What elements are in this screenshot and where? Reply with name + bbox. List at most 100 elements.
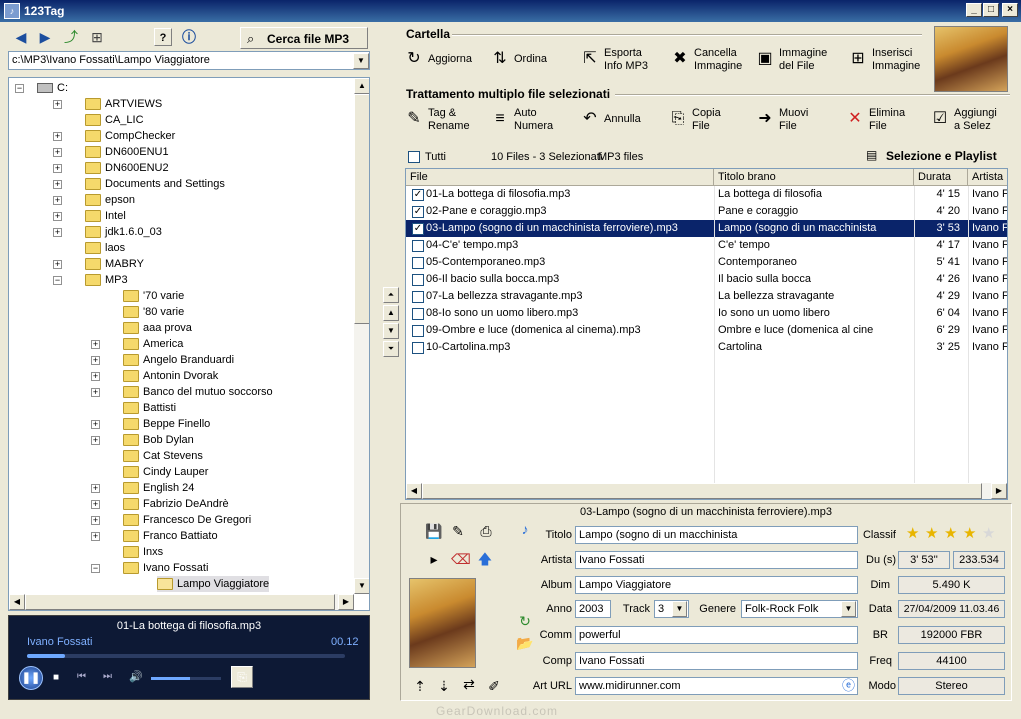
album-field[interactable]: Lampo Viaggiatore: [575, 576, 858, 594]
stop-icon[interactable]: ■: [53, 672, 59, 683]
multi-button-2[interactable]: ↶ Annulla: [580, 105, 660, 135]
folder-up-icon[interactable]: ⤴: [62, 28, 80, 46]
scroll-right-icon[interactable]: ▶: [338, 594, 354, 610]
info-icon[interactable]: ⓘ: [180, 28, 198, 46]
chevron-down-icon[interactable]: ▼: [672, 601, 687, 617]
table-row[interactable]: 07-La bellezza stravagante.mp3 La bellezz…: [406, 288, 1007, 305]
upload-arrow-icon[interactable]: 🡅: [476, 550, 494, 568]
select-all-checkbox[interactable]: [408, 151, 420, 163]
chevron-down-icon[interactable]: ▼: [841, 601, 856, 617]
column-header-file[interactable]: File: [406, 169, 714, 186]
multi-button-0[interactable]: ✎ Tag & Rename: [404, 105, 484, 135]
table-row[interactable]: 05-Contemporaneo.mp3 Contemporaneo 5' 41 Iv…: [406, 254, 1007, 271]
network-icon[interactable]: ⊞: [88, 28, 106, 46]
scroll-left-icon[interactable]: ◀: [9, 594, 25, 610]
folder-tree[interactable]: ▲ ▼ ◀ ▶ C: − + ARTVIEWS CA_LIC + CompChecker + D…: [8, 77, 370, 611]
file-grid[interactable]: File Titolo brano Durata Artista ✓ 01-La …: [405, 168, 1008, 500]
year-field[interactable]: 2003: [575, 600, 611, 618]
table-row[interactable]: ✓ 01-La bottega di filosofia.mp3 La botteg…: [406, 186, 1007, 203]
tree-node[interactable]: Antonin Dvorak: [123, 368, 218, 384]
tree-root[interactable]: C:: [37, 80, 68, 96]
forward-arrow-icon[interactable]: ▶: [36, 28, 54, 46]
tree-node[interactable]: DN600ENU1: [85, 144, 169, 160]
collapse-toggle[interactable]: −: [91, 564, 100, 573]
tree-node[interactable]: MABRY: [85, 256, 144, 272]
hscroll-thumb[interactable]: [25, 594, 335, 610]
genre-select[interactable]: Folk-Rock Folk ▼: [741, 600, 858, 618]
tree-node[interactable]: Ivano Fossati: [123, 560, 208, 576]
scroll-down-icon[interactable]: ▼: [354, 578, 369, 594]
path-combobox[interactable]: c:\MP3\Ivano Fossati\Lampo Viaggiatore ▼: [8, 51, 370, 70]
comment-field[interactable]: powerful: [575, 626, 858, 644]
playlist-button[interactable]: ▤ Selezione e Playlist: [862, 146, 1007, 166]
grid-hscroll-thumb[interactable]: [422, 483, 982, 499]
tree-node[interactable]: America: [123, 336, 183, 352]
tree-node[interactable]: Cat Stevens: [123, 448, 203, 464]
tree-node[interactable]: Beppe Finello: [123, 416, 210, 432]
next-icon[interactable]: ⏭: [103, 671, 112, 682]
scroll-right-icon[interactable]: ▶: [991, 483, 1007, 499]
chevron-down-icon[interactable]: ▼: [353, 53, 369, 69]
expand-toggle[interactable]: +: [91, 500, 100, 509]
pause-button[interactable]: ❚❚: [19, 666, 43, 690]
expand-toggle[interactable]: +: [53, 180, 62, 189]
tree-node[interactable]: CompChecker: [85, 128, 175, 144]
tree-node[interactable]: aaa prova: [123, 320, 192, 336]
multi-button-4[interactable]: ➜ Muovi File: [755, 105, 835, 135]
cartella-button-0[interactable]: ↻ Aggiorna: [404, 45, 480, 75]
expand-toggle[interactable]: +: [53, 164, 62, 173]
table-row[interactable]: 10-Cartolina.mp3 Cartolina 3' 25 Ivano F: [406, 339, 1007, 356]
move-up-icon[interactable]: ▲: [383, 305, 399, 321]
scroll-thumb[interactable]: [354, 94, 369, 324]
art-url-field[interactable]: www.midirunner.com ⓔ: [575, 677, 858, 695]
expand-toggle[interactable]: +: [91, 388, 100, 397]
tree-node[interactable]: Francesco De Gregori: [123, 512, 251, 528]
cartella-button-1[interactable]: ⇅ Ordina: [490, 45, 566, 75]
tree-node[interactable]: jdk1.6.0_03: [85, 224, 162, 240]
track-select[interactable]: 3 ▼: [654, 600, 689, 618]
title-field[interactable]: Lampo (sogno di un macchinista: [575, 526, 858, 544]
rating-star-icon[interactable]: ★: [944, 524, 957, 542]
multi-button-5[interactable]: ✕ Elimina File: [845, 105, 925, 135]
rating-star-icon[interactable]: ★: [925, 524, 938, 542]
save-icon[interactable]: 💾: [425, 522, 443, 540]
expand-toggle[interactable]: +: [53, 196, 62, 205]
tree-node[interactable]: English 24: [123, 480, 194, 496]
tree-node-selected[interactable]: Lampo Viaggiatore: [157, 576, 270, 592]
scroll-up-icon[interactable]: ▲: [354, 78, 369, 94]
close-button[interactable]: ×: [1002, 3, 1018, 17]
multi-button-3[interactable]: ⎘ Copia File: [668, 105, 748, 135]
help-icon[interactable]: ?: [154, 28, 172, 46]
expand-toggle[interactable]: +: [91, 436, 100, 445]
column-header-artist[interactable]: Artista: [968, 169, 1007, 186]
maximize-button[interactable]: □: [983, 3, 999, 17]
tree-node[interactable]: Inxs: [123, 544, 163, 560]
tree-node[interactable]: CA_LIC: [85, 112, 144, 128]
cartella-button-4[interactable]: ▣ Immagine del File: [755, 45, 831, 75]
multi-button-6[interactable]: ☑ Aggiungi a Selez: [930, 105, 1010, 135]
expand-toggle[interactable]: +: [91, 356, 100, 365]
eraser-icon[interactable]: ⌫: [451, 550, 471, 568]
expand-toggle[interactable]: +: [53, 260, 62, 269]
tree-node[interactable]: Cindy Lauper: [123, 464, 208, 480]
cover-swap-icon[interactable]: ⇄: [460, 675, 478, 693]
table-row[interactable]: 08-Io sono un uomo libero.mp3 Io sono un …: [406, 305, 1007, 322]
previous-icon[interactable]: ⏮: [77, 671, 86, 682]
tree-node[interactable]: Bob Dylan: [123, 432, 194, 448]
tree-hscrollbar[interactable]: ◀ ▶: [9, 594, 354, 610]
web-icon[interactable]: ⓔ: [842, 678, 855, 694]
expand-toggle[interactable]: +: [91, 516, 100, 525]
minimize-button[interactable]: _: [966, 3, 982, 17]
cartella-button-2[interactable]: ⇱ Esporta Info MP3: [580, 45, 660, 75]
expand-toggle[interactable]: +: [91, 484, 100, 493]
search-mp3-button[interactable]: ⌕ Cerca file MP3: [240, 27, 368, 49]
expand-toggle[interactable]: +: [91, 340, 100, 349]
expand-toggle[interactable]: +: [91, 372, 100, 381]
scroll-left-icon[interactable]: ◀: [406, 483, 422, 499]
volume-icon[interactable]: 🔊: [129, 670, 143, 683]
tree-node[interactable]: DN600ENU2: [85, 160, 169, 176]
grid-hscrollbar[interactable]: ◀ ▶: [406, 483, 1007, 499]
expand-toggle[interactable]: +: [91, 532, 100, 541]
tag-wand-icon[interactable]: ✎: [449, 522, 467, 540]
tree-node[interactable]: Battisti: [123, 400, 176, 416]
